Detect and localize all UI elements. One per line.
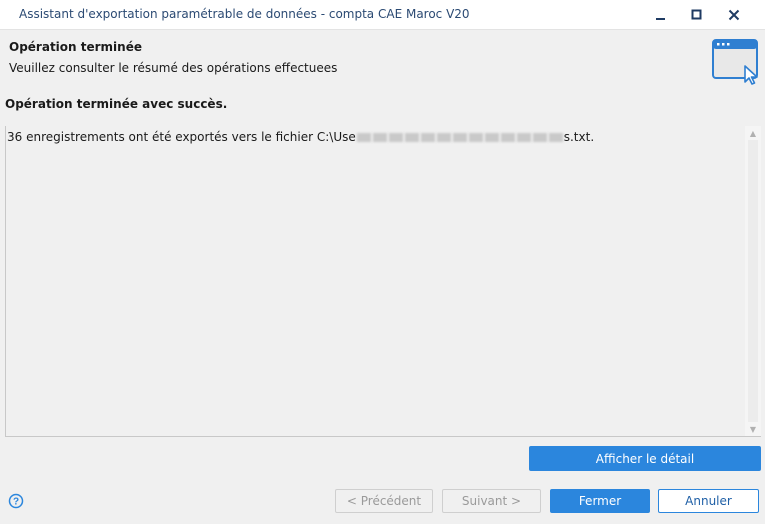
help-icon[interactable]: ? (8, 493, 24, 509)
log-text-prefix: 36 enregistrements ont été exportés vers… (7, 130, 356, 144)
window-cursor-icon (712, 39, 758, 85)
title-bar: Assistant d'exportation paramétrable de … (0, 0, 765, 30)
redacted-path (484, 133, 499, 142)
window-title: Assistant d'exportation paramétrable de … (19, 7, 470, 21)
maximize-button[interactable] (679, 0, 715, 30)
redacted-path (404, 133, 419, 142)
log-text-suffix: s.txt. (563, 130, 595, 144)
redacted-path (420, 133, 435, 142)
redacted-path (548, 133, 563, 142)
svg-text:?: ? (13, 497, 19, 508)
redacted-path (468, 133, 483, 142)
wizard-header: Opération terminée Veuillez consulter le… (0, 31, 765, 86)
log-textarea[interactable]: 36 enregistrements ont été exportés vers… (5, 126, 761, 437)
minimize-button[interactable] (643, 0, 679, 30)
close-button[interactable] (716, 0, 752, 30)
vertical-scrollbar[interactable]: ▲ ▼ (745, 126, 761, 436)
cancel-button[interactable]: Annuler (658, 489, 759, 513)
minimize-icon (656, 18, 665, 20)
redacted-path (532, 133, 547, 142)
scroll-track[interactable] (748, 140, 758, 422)
redacted-path (452, 133, 467, 142)
redacted-path (356, 133, 371, 142)
header-title: Opération terminée (9, 40, 142, 54)
previous-button[interactable]: < Précédent (335, 489, 433, 513)
close-wizard-button[interactable]: Fermer (550, 489, 650, 513)
redacted-path (388, 133, 403, 142)
close-icon (728, 9, 740, 21)
status-message: Opération terminée avec succès. (5, 97, 228, 111)
redacted-path (500, 133, 515, 142)
scroll-down-arrow-icon[interactable]: ▼ (745, 422, 761, 436)
redacted-path (516, 133, 531, 142)
redacted-path (436, 133, 451, 142)
maximize-icon (691, 9, 702, 20)
redacted-path (372, 133, 387, 142)
log-text: 36 enregistrements ont été exportés vers… (7, 130, 594, 144)
header-subtitle: Veuillez consulter le résumé des opérati… (9, 61, 338, 75)
show-details-button[interactable]: Afficher le détail (529, 446, 761, 471)
scroll-up-arrow-icon[interactable]: ▲ (745, 126, 761, 140)
next-button[interactable]: Suivant > (442, 489, 541, 513)
